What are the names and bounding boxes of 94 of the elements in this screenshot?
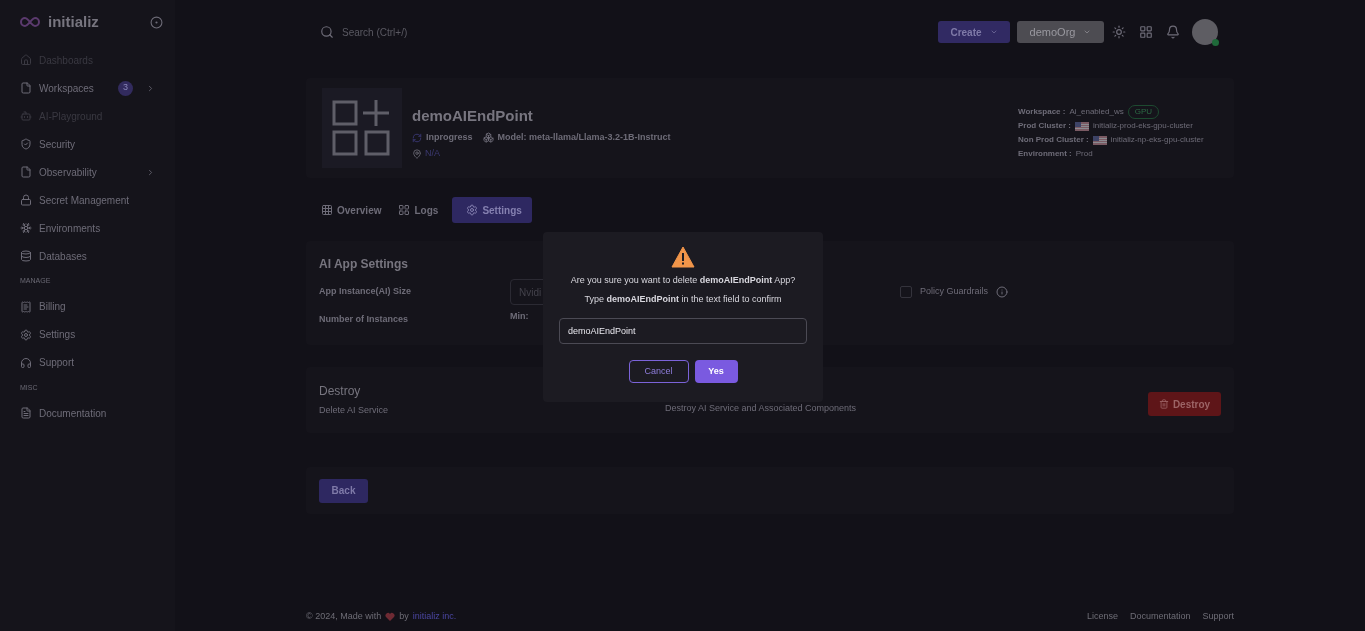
nav-label: Workspaces xyxy=(39,81,94,96)
yes-button[interactable]: Yes xyxy=(694,360,738,383)
grid-icon xyxy=(398,204,411,216)
info-icon xyxy=(996,286,1009,298)
footer-link[interactable]: Support xyxy=(1202,609,1234,623)
headphones-icon xyxy=(20,356,32,369)
snowflake-icon xyxy=(20,222,32,234)
card-title: Destroy xyxy=(319,383,362,401)
dialog-instruction: Type demoAIEndPoint in the text field to confirm xyxy=(584,292,782,306)
nav-item[interactable]: Secret Management xyxy=(20,186,155,214)
back-button[interactable]: Back xyxy=(319,478,368,503)
footer-link[interactable]: Documentation xyxy=(1129,609,1191,623)
nav-label: Settings xyxy=(39,328,76,342)
location-icon xyxy=(412,149,422,159)
footer-link[interactable]: License xyxy=(1086,609,1118,623)
tab[interactable]: Logs xyxy=(395,197,449,223)
status-text: Inprogress xyxy=(426,130,473,144)
dialog-question: Are you sure you want to delete demoAIEndPoint App? xyxy=(570,274,796,287)
nav-item[interactable]: Workspaces 3 xyxy=(20,74,155,102)
shield-icon xyxy=(20,138,32,150)
file-icon xyxy=(20,82,32,94)
destroy-description: Destroy AI Service and Associated Components xyxy=(665,401,857,415)
caret-icon xyxy=(989,28,998,36)
app-title: demoAIEndPoint xyxy=(412,106,534,127)
create-button[interactable]: Create xyxy=(938,21,1010,43)
nav-label: Environments xyxy=(39,221,101,236)
destroy-button[interactable]: Destroy xyxy=(1148,392,1221,416)
brand-name: initializ xyxy=(48,11,99,32)
gear-icon xyxy=(20,328,32,341)
field-label: App Instance(AI) Size xyxy=(319,285,412,299)
apps-add-icon xyxy=(332,98,392,158)
nav-label: Observability xyxy=(39,165,97,180)
sync-icon xyxy=(412,132,422,143)
guardrails-checkbox[interactable] xyxy=(900,286,912,298)
nav-item[interactable]: Environments xyxy=(20,214,155,242)
org-dropdown[interactable]: demoOrg xyxy=(1017,21,1104,43)
tab[interactable]: Settings xyxy=(452,197,532,223)
database-icon xyxy=(20,250,32,262)
nav-label: Support xyxy=(39,356,75,370)
destroy-label: Delete AI Service xyxy=(319,404,390,418)
nav-item[interactable]: Billing xyxy=(20,292,155,321)
gear-icon xyxy=(466,204,479,216)
nav-label: Documentation xyxy=(39,406,107,421)
nav-item[interactable]: Settings xyxy=(20,320,155,349)
detail-value: Prod xyxy=(1075,148,1093,160)
nav-item[interactable]: Observability xyxy=(20,158,155,186)
search-icon xyxy=(320,25,334,39)
search-field[interactable]: Search (Ctrl+/) xyxy=(342,24,492,40)
min-label: Min: xyxy=(510,310,529,323)
nav-item[interactable]: Documentation xyxy=(20,399,155,427)
detail-value: initializ-np-eks-gpu-cluster xyxy=(1110,134,1204,146)
apps-icon[interactable] xyxy=(1139,25,1153,39)
nav-item[interactable]: Security xyxy=(20,130,155,158)
detail-label: Environment : xyxy=(1018,148,1072,160)
field-label: Number of Instances xyxy=(319,313,410,326)
dots-grid-icon xyxy=(321,204,333,216)
file-icon xyxy=(20,166,32,178)
detail-label: Non Prod Cluster : xyxy=(1018,134,1089,146)
confirm-input[interactable]: demoAIEndPoint xyxy=(559,318,807,344)
notification-icon[interactable] xyxy=(1166,25,1180,39)
receipt-icon xyxy=(20,300,32,313)
logo-icon xyxy=(20,16,40,28)
count-badge: 3 xyxy=(118,80,133,96)
avatar[interactable] xyxy=(1192,19,1218,45)
location-text: N/A xyxy=(425,147,440,161)
detail-label: Workspace : xyxy=(1018,106,1066,118)
by-text: by xyxy=(399,609,409,623)
model-text: Model: meta-llama/Llama-3.2-1B-Instruct xyxy=(497,130,671,144)
trash-icon xyxy=(1158,399,1169,409)
nav-item[interactable]: Databases xyxy=(20,242,155,270)
nav-label: Billing xyxy=(39,300,66,314)
heart-icon xyxy=(385,611,396,621)
nav-label: Databases xyxy=(39,249,87,264)
lock-icon xyxy=(20,194,32,206)
caret-icon xyxy=(1083,28,1092,36)
detail-value: initializ-prod-eks-gpu-cluster xyxy=(1092,120,1193,132)
copyright-text: © 2024, Made with xyxy=(306,609,382,623)
sun-icon[interactable] xyxy=(1112,25,1126,39)
nav-label: Secret Management xyxy=(39,193,130,208)
tab[interactable]: Overview xyxy=(318,197,392,223)
home-icon xyxy=(20,54,32,66)
detail-value: Ai_enabled_ws xyxy=(1069,106,1124,118)
collapse-icon xyxy=(150,15,163,29)
company-link[interactable]: initializ inc. xyxy=(412,609,457,623)
document-icon xyxy=(20,407,32,419)
card-title: AI App Settings xyxy=(319,256,408,273)
nav-label: Security xyxy=(39,137,76,152)
detail-label: Prod Cluster : xyxy=(1018,120,1071,132)
checkbox-label: Policy Guardrails xyxy=(920,285,989,299)
nav-item[interactable]: Support xyxy=(20,348,155,377)
warning-icon xyxy=(671,246,695,268)
cancel-button[interactable]: Cancel xyxy=(628,360,689,383)
cubes-icon xyxy=(482,132,494,143)
robot-icon xyxy=(20,110,32,122)
